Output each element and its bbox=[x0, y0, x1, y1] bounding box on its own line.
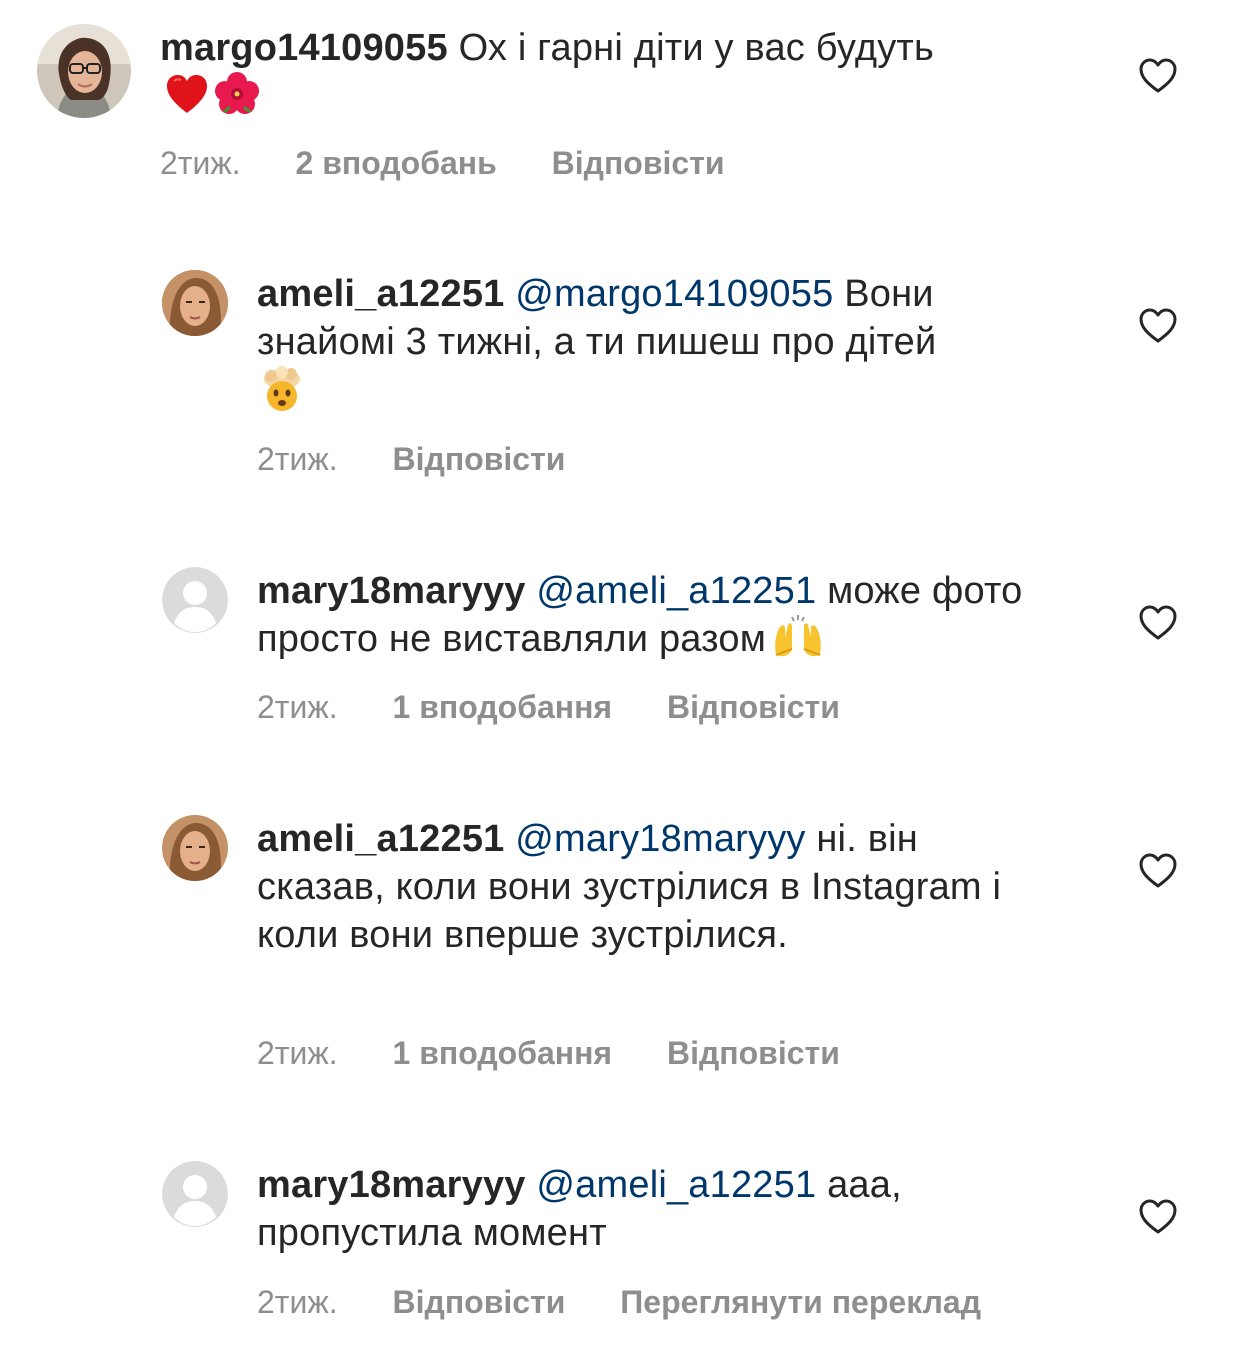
comment-meta: 2тиж. Відповісти bbox=[257, 439, 565, 479]
comment-text: mary18maryyy @ameli_a12251 може фото про… bbox=[257, 567, 1097, 663]
comment-username[interactable]: margo14109055 bbox=[160, 27, 448, 69]
reply-button[interactable]: Відповісти bbox=[552, 143, 725, 183]
comment-time: 2тиж. bbox=[257, 1284, 338, 1320]
see-translation-link[interactable]: Переглянути переклад bbox=[620, 1282, 981, 1322]
like-heart-icon[interactable] bbox=[1139, 58, 1177, 94]
comment-username[interactable]: ameli_a12251 bbox=[257, 818, 505, 860]
reply-button[interactable]: Відповісти bbox=[667, 1033, 840, 1073]
comment-meta: 2тиж. 1 вподобання Відповісти bbox=[257, 1033, 840, 1073]
comment-mention-link[interactable]: @ameli_a12251 bbox=[536, 1164, 816, 1206]
comment-text: mary18maryyy @ameli_a12251 ааа, пропусти… bbox=[257, 1161, 977, 1257]
comment-time: 2тиж. bbox=[257, 441, 338, 477]
comment-mention-link[interactable]: @mary18maryyy bbox=[515, 818, 805, 860]
comment-text: ameli_a12251 @margo14109055 Вони знайомі… bbox=[257, 270, 1057, 418]
like-heart-icon[interactable] bbox=[1139, 853, 1177, 889]
comment-meta: 2тиж. Відповісти Переглянути переклад bbox=[257, 1282, 981, 1322]
comment-meta: 2тиж. 2 вподобань Відповісти bbox=[160, 143, 725, 183]
comment-time: 2тиж. bbox=[257, 1035, 338, 1071]
comment-username[interactable]: mary18maryyy bbox=[257, 1164, 526, 1206]
comment-mention-link[interactable]: @margo14109055 bbox=[515, 273, 833, 315]
comment-text: ameli_a12251 @mary18maryyy ні. він сказа… bbox=[257, 815, 1037, 959]
comment-text: margo14109055 Ох і гарні діти у вас буду… bbox=[160, 24, 960, 120]
avatar[interactable] bbox=[162, 815, 228, 881]
avatar[interactable] bbox=[37, 24, 131, 118]
comment-username[interactable]: ameli_a12251 bbox=[257, 273, 505, 315]
avatar[interactable] bbox=[162, 567, 228, 633]
reply-button[interactable]: Відповісти bbox=[393, 439, 566, 479]
hibiscus-emoji bbox=[214, 72, 260, 116]
raising-hands-emoji bbox=[770, 615, 826, 659]
exploding-head-emoji bbox=[257, 366, 307, 412]
comment-meta: 2тиж. 1 вподобання Відповісти bbox=[257, 687, 840, 727]
avatar[interactable] bbox=[162, 1161, 228, 1227]
comment-likes-link[interactable]: 1 вподобання bbox=[393, 1033, 613, 1073]
comment-body: Ох і гарні діти у вас будуть bbox=[458, 27, 935, 69]
comment-username[interactable]: mary18maryyy bbox=[257, 570, 526, 612]
comment-mention-link[interactable]: @ameli_a12251 bbox=[536, 570, 816, 612]
like-heart-icon[interactable] bbox=[1139, 308, 1177, 344]
comment-time: 2тиж. bbox=[257, 689, 338, 725]
comment-likes-link[interactable]: 1 вподобання bbox=[393, 687, 613, 727]
reply-button[interactable]: Відповісти bbox=[667, 687, 840, 727]
comment-time: 2тиж. bbox=[160, 145, 241, 181]
like-heart-icon[interactable] bbox=[1139, 605, 1177, 641]
avatar[interactable] bbox=[162, 270, 228, 336]
red-heart-emoji bbox=[164, 72, 210, 116]
like-heart-icon[interactable] bbox=[1139, 1199, 1177, 1235]
reply-button[interactable]: Відповісти bbox=[393, 1282, 566, 1322]
comment-likes-link[interactable]: 2 вподобань bbox=[296, 143, 497, 183]
